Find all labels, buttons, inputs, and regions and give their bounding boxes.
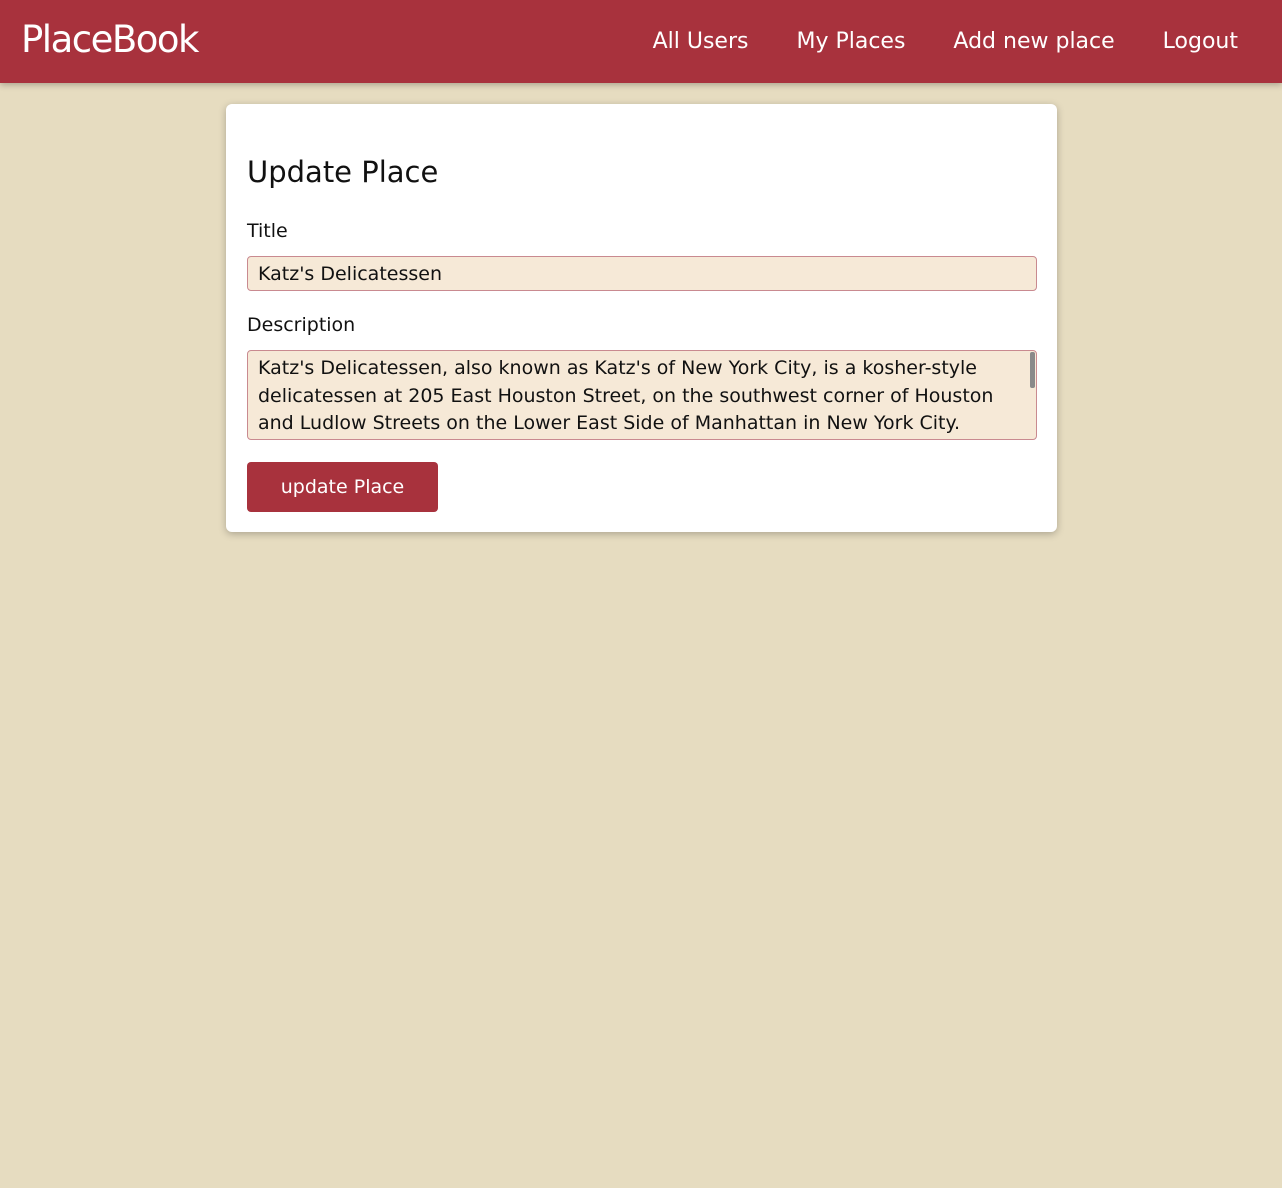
description-label: Description [247,314,356,336]
textarea-scrollbar[interactable] [1030,352,1035,388]
description-textarea[interactable]: Katz's Delicatessen, also known as Katz'… [247,350,1037,440]
title-input[interactable] [247,256,1037,291]
update-place-button[interactable]: update Place [247,462,438,512]
update-place-card: Update Place Title Description Katz's De… [226,104,1057,532]
textarea-resize-handle[interactable] [1030,432,1036,438]
nav-links: All Users My Places Add new place Logout [653,25,1238,59]
brand-logo-link[interactable]: PlaceBook [21,16,199,64]
nav-link-add-new-place[interactable]: Add new place [953,25,1114,59]
page-title: Update Place [247,155,439,189]
navbar: PlaceBook All Users My Places Add new pl… [0,0,1282,83]
title-label: Title [247,220,288,242]
nav-link-all-users[interactable]: All Users [653,25,749,59]
nav-link-logout[interactable]: Logout [1163,25,1238,59]
nav-link-my-places[interactable]: My Places [796,25,905,59]
